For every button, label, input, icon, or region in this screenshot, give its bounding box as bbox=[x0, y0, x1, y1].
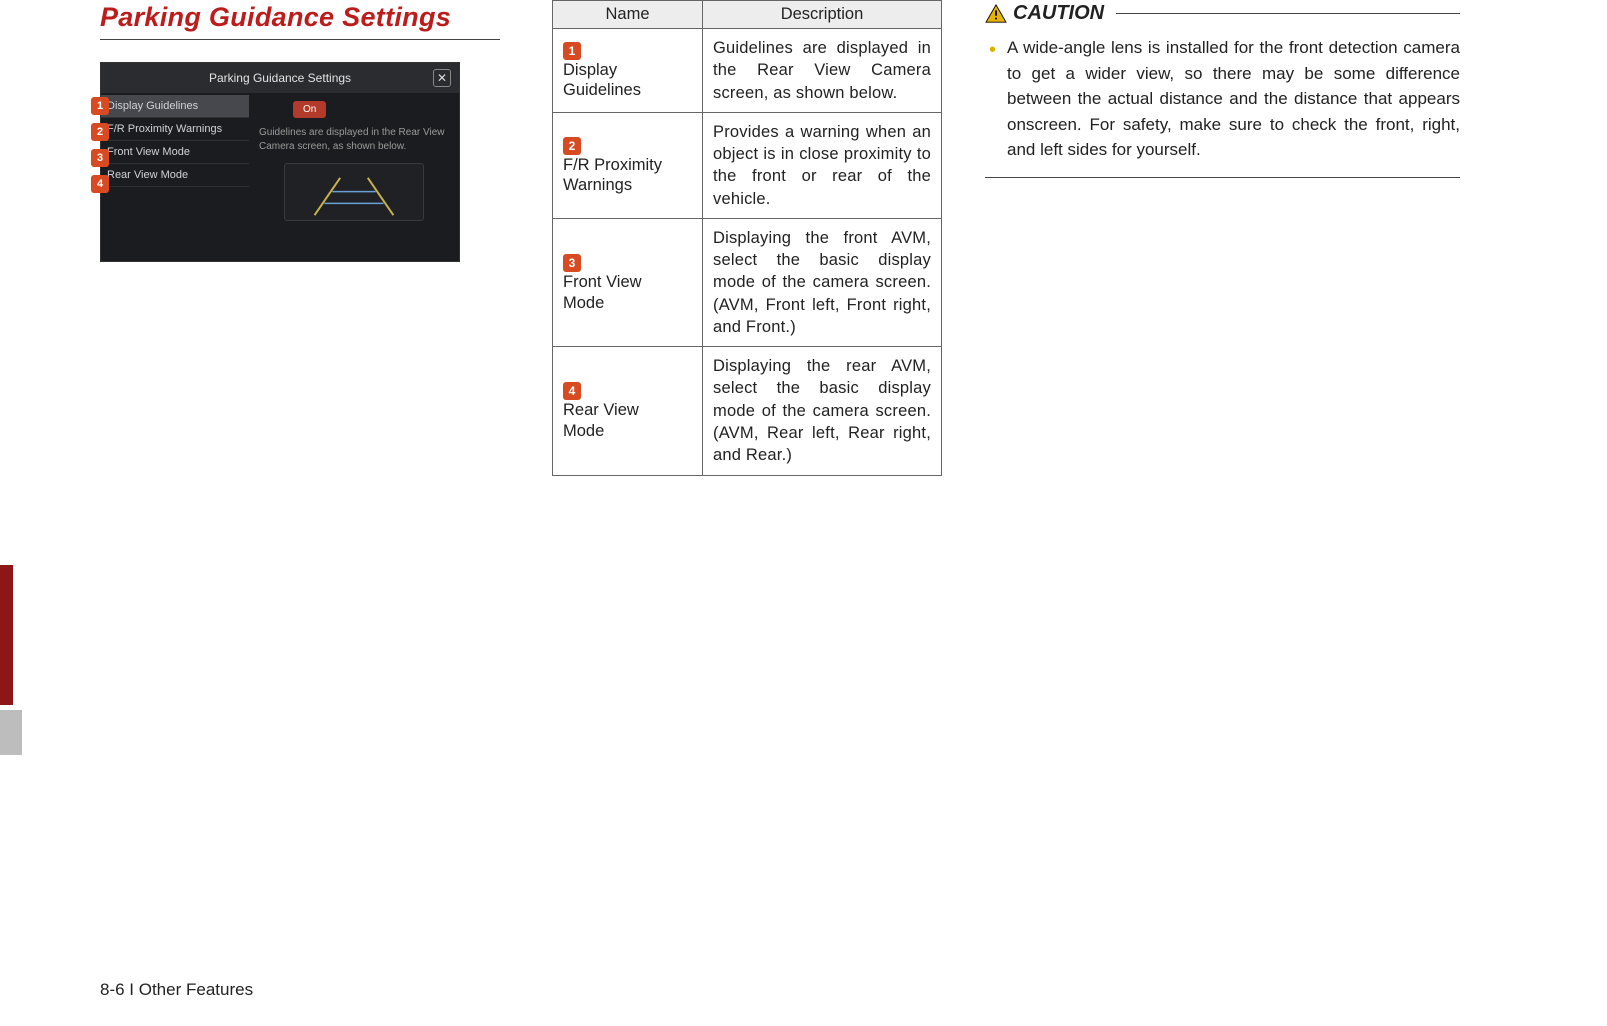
page-footer: 8-6 I Other Features bbox=[100, 980, 253, 1000]
caution-header: CAUTION bbox=[985, 2, 1460, 25]
center-column: Name Description 1Display Guidelines Gui… bbox=[552, 0, 942, 476]
menu-item-label: Front View Mode bbox=[107, 146, 190, 158]
screenshot-titlebar: Parking Guidance Settings ✕ bbox=[101, 63, 459, 93]
guidelines-icon bbox=[285, 164, 423, 221]
caution-bottom-rule bbox=[985, 177, 1460, 178]
section-heading: Parking Guidance Settings bbox=[100, 2, 500, 33]
screenshot-right-pane: On Guidelines are displayed in the Rear … bbox=[249, 93, 459, 263]
menu-item-label: F/R Proximity Warnings bbox=[107, 123, 222, 135]
description-table: Name Description 1Display Guidelines Gui… bbox=[552, 0, 942, 476]
menu-item-label: Rear View Mode bbox=[107, 169, 188, 181]
screenshot-description: Guidelines are displayed in the Rear Vie… bbox=[259, 126, 449, 153]
caution-label: CAUTION bbox=[1013, 2, 1104, 25]
caution-body: A wide-angle lens is installed for the f… bbox=[985, 35, 1460, 163]
on-toggle[interactable]: On bbox=[293, 101, 326, 118]
table-header-row: Name Description bbox=[553, 1, 942, 29]
left-column: Parking Guidance Settings Parking Guidan… bbox=[100, 2, 500, 262]
row-name: Rear View Mode bbox=[563, 400, 671, 441]
row-desc: Displaying the rear AVM, select the basi… bbox=[703, 347, 942, 475]
callout-4: 4 bbox=[91, 175, 109, 193]
menu-item-label: Display Guidelines bbox=[107, 100, 198, 112]
table-row: 2F/R Proximity Warnings Provides a warni… bbox=[553, 112, 942, 218]
menu-item-front-view[interactable]: Front View Mode bbox=[101, 141, 249, 164]
settings-screenshot: Parking Guidance Settings ✕ Display Guid… bbox=[100, 62, 460, 262]
row-badge: 4 bbox=[563, 382, 581, 400]
table-row: 4Rear View Mode Displaying the rear AVM,… bbox=[553, 347, 942, 475]
callout-1: 1 bbox=[91, 97, 109, 115]
row-name: Front View Mode bbox=[563, 272, 671, 313]
table-row: 1Display Guidelines Guidelines are displ… bbox=[553, 29, 942, 113]
heading-underline bbox=[100, 39, 500, 40]
row-name: F/R Proximity Warnings bbox=[563, 155, 671, 196]
caution-rule bbox=[1116, 13, 1460, 14]
right-column: CAUTION A wide-angle lens is installed f… bbox=[985, 2, 1460, 178]
table-row: 3Front View Mode Displaying the front AV… bbox=[553, 218, 942, 346]
row-desc: Provides a warning when an object is in … bbox=[703, 112, 942, 218]
side-tab-red bbox=[0, 565, 13, 705]
row-desc: Guidelines are displayed in the Rear Vie… bbox=[703, 29, 942, 113]
guidelines-preview bbox=[284, 163, 424, 221]
screenshot-title: Parking Guidance Settings bbox=[209, 71, 351, 85]
callout-3: 3 bbox=[91, 149, 109, 167]
row-desc: Displaying the front AVM, select the bas… bbox=[703, 218, 942, 346]
row-badge: 1 bbox=[563, 42, 581, 60]
side-tab-gray bbox=[0, 710, 22, 755]
warning-triangle-icon bbox=[985, 4, 1007, 24]
row-name: Display Guidelines bbox=[563, 60, 671, 101]
row-badge: 3 bbox=[563, 254, 581, 272]
menu-item-rear-view[interactable]: Rear View Mode bbox=[101, 164, 249, 187]
callout-2: 2 bbox=[91, 123, 109, 141]
menu-item-proximity-warnings[interactable]: F/R Proximity Warnings bbox=[101, 118, 249, 141]
screenshot-menu: Display Guidelines F/R Proximity Warning… bbox=[101, 93, 249, 263]
th-desc: Description bbox=[703, 1, 942, 29]
th-name: Name bbox=[553, 1, 703, 29]
close-icon[interactable]: ✕ bbox=[433, 69, 451, 87]
row-badge: 2 bbox=[563, 137, 581, 155]
screenshot-body: Display Guidelines F/R Proximity Warning… bbox=[101, 93, 459, 263]
menu-item-display-guidelines[interactable]: Display Guidelines bbox=[101, 95, 249, 118]
caution-bullet-text: A wide-angle lens is installed for the f… bbox=[985, 35, 1460, 163]
